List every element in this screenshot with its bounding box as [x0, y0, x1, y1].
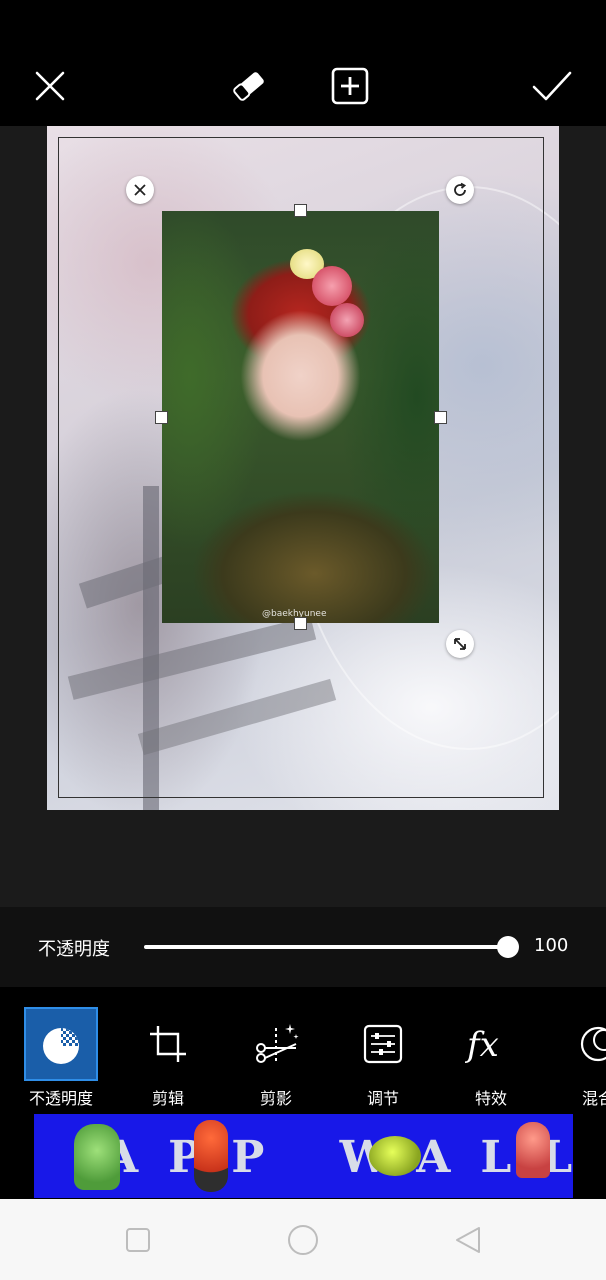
recent-apps-button[interactable] [121, 1223, 155, 1257]
tool-crop[interactable]: 剪辑 [128, 1007, 208, 1108]
back-button[interactable] [451, 1223, 485, 1257]
tool-blend[interactable]: 混合 [558, 1007, 606, 1108]
tool-opacity[interactable]: 不透明度 [21, 1007, 101, 1108]
eraser-button[interactable] [223, 60, 275, 112]
tool-label: 不透明度 [28, 1089, 93, 1108]
ad-banner[interactable]: APP WALL [34, 1114, 573, 1198]
close-icon [134, 184, 146, 196]
opacity-slider-thumb[interactable] [497, 936, 519, 958]
flower-decoration [312, 266, 352, 306]
resize-handle-top[interactable] [294, 204, 307, 217]
resize-handle-bottom[interactable] [294, 617, 307, 630]
opacity-slider-track[interactable] [144, 945, 508, 949]
checkmark-icon [532, 71, 572, 101]
resize-handle-left[interactable] [155, 411, 168, 424]
monster-graphic [74, 1124, 120, 1190]
opacity-label: 不透明度 [38, 939, 110, 960]
cutout-scissors-icon [239, 1007, 313, 1081]
add-square-icon [331, 67, 369, 105]
tool-adjust[interactable]: 调节 [343, 1007, 423, 1108]
monster-graphic [194, 1120, 228, 1192]
tool-label: 特效 [474, 1089, 507, 1108]
crop-icon [131, 1007, 205, 1081]
home-button[interactable] [286, 1223, 320, 1257]
fx-icon: fx [454, 1007, 528, 1081]
triangle-back-icon [456, 1227, 480, 1253]
resize-handle-right[interactable] [434, 411, 447, 424]
rocket-graphic [516, 1122, 550, 1178]
opacity-icon [24, 1007, 98, 1081]
tool-label: 调节 [366, 1089, 399, 1108]
eraser-icon [233, 72, 264, 101]
confirm-button[interactable] [526, 60, 578, 112]
resize-diagonal-icon [454, 638, 466, 650]
tool-label: 剪辑 [151, 1089, 184, 1108]
tool-effects[interactable]: fx 特效 [451, 1007, 531, 1108]
rotate-layer-button[interactable] [446, 176, 474, 204]
scale-layer-button[interactable] [446, 630, 474, 658]
monster-graphic [369, 1136, 421, 1176]
editor-canvas: @baekhyunee [0, 126, 606, 907]
tool-cutout[interactable]: 剪影 [236, 1007, 316, 1108]
system-navigation-bar [0, 1199, 606, 1280]
tool-bar: 不透明度 剪辑 剪影 调节 fx 特效 混合 [0, 987, 606, 1113]
svg-text:fx: fx [465, 1025, 499, 1064]
opacity-value: 100 [534, 935, 569, 956]
ad-text: APP WALL [104, 1132, 573, 1183]
tool-label: 剪影 [259, 1089, 292, 1108]
square-icon [126, 1228, 150, 1252]
rotate-icon [454, 182, 467, 196]
tool-label: 混合 [581, 1089, 606, 1108]
top-toolbar [0, 0, 606, 126]
overlay-photo[interactable]: @baekhyunee [162, 211, 439, 623]
blend-icon [561, 1007, 606, 1081]
delete-layer-button[interactable] [126, 176, 154, 204]
adjust-sliders-icon [346, 1007, 420, 1081]
close-button[interactable] [24, 60, 76, 112]
flower-decoration [330, 303, 364, 337]
add-button[interactable] [324, 60, 376, 112]
close-icon [35, 71, 65, 101]
circle-icon [288, 1225, 318, 1255]
